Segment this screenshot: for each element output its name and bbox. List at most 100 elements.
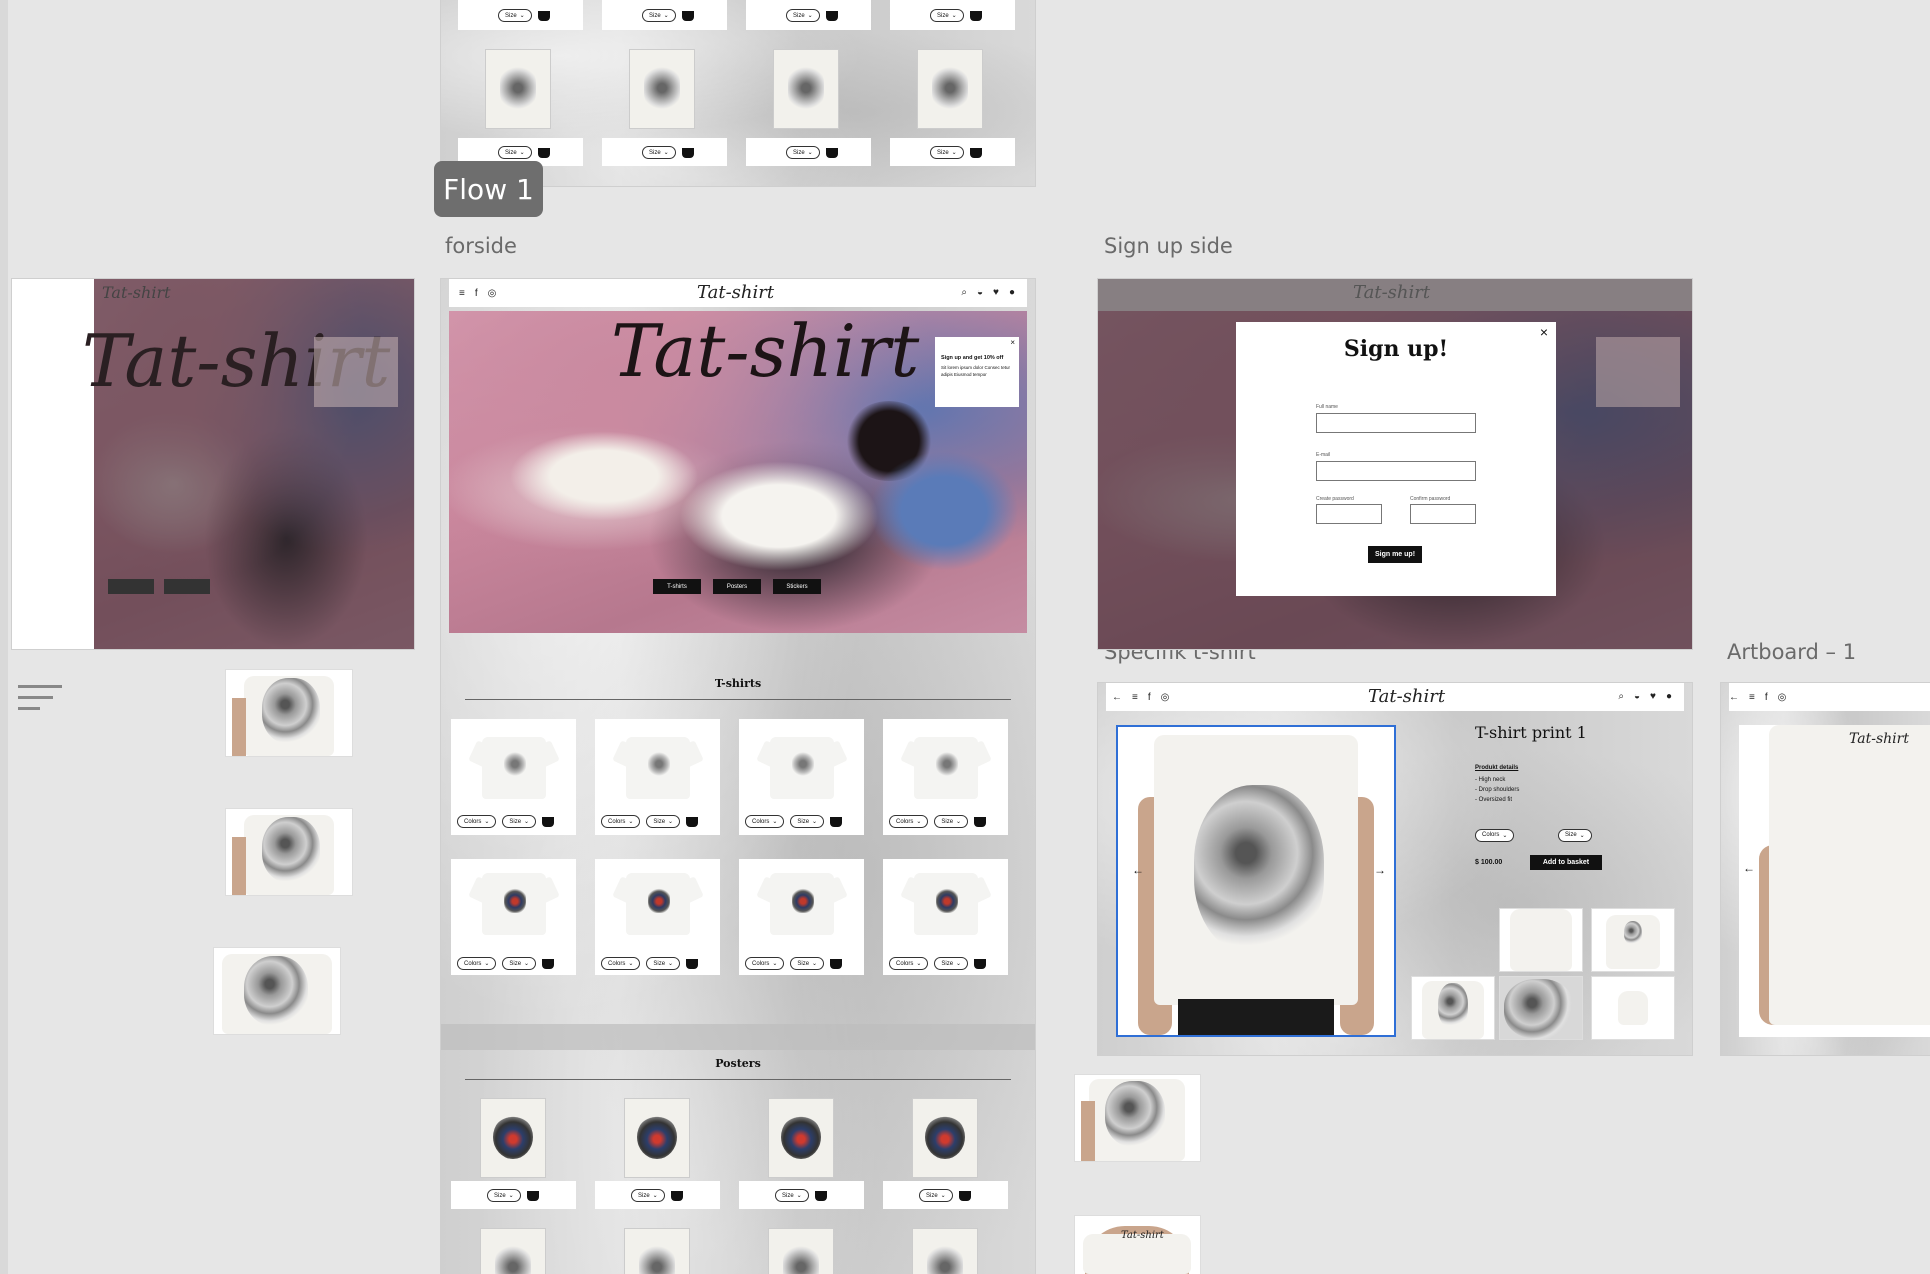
poster-image[interactable] bbox=[769, 1229, 833, 1274]
search-icon[interactable]: ⌕ bbox=[961, 287, 967, 298]
size-select[interactable]: Size ⌄ bbox=[930, 9, 964, 22]
search-icon[interactable]: ⌕ bbox=[1618, 691, 1624, 702]
menu-icon[interactable] bbox=[18, 685, 62, 715]
size-select[interactable]: Size ⌄ bbox=[498, 9, 532, 22]
signup-popup[interactable]: × Sign up and get 10% off Sit lorem ipsu… bbox=[935, 337, 1019, 407]
confirm-password-field[interactable] bbox=[1410, 504, 1476, 524]
size-select[interactable]: Size ⌄ bbox=[502, 957, 537, 970]
tshirt-card[interactable]: Colors ⌄ Size ⌄ bbox=[883, 719, 1008, 835]
tshirt-card[interactable]: Colors ⌄ Size ⌄ bbox=[739, 859, 864, 975]
image-asset[interactable]: Tat-shirt bbox=[1075, 1216, 1200, 1274]
basket-icon[interactable] bbox=[542, 816, 555, 827]
poster-image[interactable] bbox=[625, 1099, 689, 1177]
user-icon[interactable]: ● bbox=[1666, 691, 1672, 702]
artboard-label-artboard1[interactable]: Artboard – 1 bbox=[1727, 640, 1856, 664]
colors-select[interactable]: Colors ⌄ bbox=[745, 957, 785, 970]
size-select[interactable]: Size ⌄ bbox=[790, 957, 825, 970]
size-select[interactable]: Size ⌄ bbox=[646, 815, 681, 828]
basket-icon[interactable] bbox=[814, 1190, 827, 1201]
basket-icon[interactable] bbox=[670, 1190, 683, 1201]
sign-me-up-button[interactable]: Sign me up! bbox=[1368, 546, 1422, 563]
gallery-thumb[interactable] bbox=[1500, 909, 1582, 971]
basket-icon[interactable] bbox=[681, 10, 694, 21]
gallery-thumb[interactable] bbox=[1592, 909, 1674, 971]
basket-icon[interactable] bbox=[830, 958, 843, 969]
add-to-basket-button[interactable]: Add to basket bbox=[1530, 855, 1602, 870]
tshirt-card[interactable]: Colors ⌄ Size ⌄ bbox=[451, 859, 576, 975]
size-select[interactable]: Size ⌄ bbox=[498, 146, 532, 159]
colors-select[interactable]: Colors ⌄ bbox=[1475, 823, 1515, 842]
heart-icon[interactable]: ♥ bbox=[993, 287, 999, 298]
hamburger-icon[interactable]: ≡ bbox=[459, 288, 465, 299]
gallery-thumb[interactable] bbox=[1592, 977, 1674, 1039]
basket-icon[interactable] bbox=[526, 1190, 539, 1201]
size-select[interactable]: Size ⌄ bbox=[919, 1189, 953, 1202]
tshirt-card[interactable]: Colors ⌄ Size ⌄ bbox=[883, 859, 1008, 975]
artboard-label-signup[interactable]: Sign up side bbox=[1104, 234, 1233, 258]
instagram-icon[interactable]: ◎ bbox=[1161, 692, 1170, 703]
artboard-signup[interactable]: Tat-shirt × Sign up! Full name E-mail Cr… bbox=[1098, 279, 1692, 649]
size-select[interactable]: Size ⌄ bbox=[934, 957, 969, 970]
basket-icon[interactable] bbox=[830, 816, 843, 827]
prev-arrow-icon[interactable]: ← bbox=[1132, 863, 1144, 877]
size-select[interactable]: Size ⌄ bbox=[775, 1189, 809, 1202]
poster-image[interactable] bbox=[918, 50, 982, 128]
gallery-thumb[interactable] bbox=[1412, 977, 1494, 1039]
size-select[interactable]: Size ⌄ bbox=[930, 146, 964, 159]
full-name-field[interactable] bbox=[1316, 413, 1476, 433]
basket-icon[interactable] bbox=[542, 958, 555, 969]
colors-select[interactable]: Colors ⌄ bbox=[601, 957, 641, 970]
size-select[interactable]: Size ⌄ bbox=[786, 146, 820, 159]
colors-select[interactable]: Colors ⌄ bbox=[457, 815, 497, 828]
user-icon[interactable]: ● bbox=[1009, 287, 1015, 298]
poster-image[interactable] bbox=[774, 50, 838, 128]
basket-icon[interactable] bbox=[969, 10, 982, 21]
hero-button-tshirts[interactable]: T-shirts bbox=[653, 579, 701, 594]
image-asset[interactable] bbox=[226, 670, 352, 756]
product-main-image[interactable]: Tat-shirt ← bbox=[1739, 725, 1930, 1037]
hero-button-stickers[interactable]: Stickers bbox=[773, 579, 821, 594]
poster-image[interactable] bbox=[913, 1229, 977, 1274]
basket-icon[interactable] bbox=[686, 958, 699, 969]
size-select[interactable]: Size ⌄ bbox=[642, 9, 676, 22]
basket-icon[interactable] bbox=[974, 816, 987, 827]
artboard-1[interactable]: ← ≡ f ◎ Tat-shirt ← bbox=[1721, 683, 1930, 1055]
basket-icon[interactable] bbox=[537, 10, 550, 21]
poster-image[interactable] bbox=[913, 1099, 977, 1177]
email-field[interactable] bbox=[1316, 461, 1476, 481]
poster-image[interactable] bbox=[625, 1229, 689, 1274]
tshirt-card[interactable]: Colors ⌄ Size ⌄ bbox=[451, 719, 576, 835]
close-icon[interactable]: × bbox=[1010, 338, 1015, 347]
heart-icon[interactable]: ♥ bbox=[1650, 691, 1656, 702]
gallery-thumb[interactable] bbox=[1500, 977, 1582, 1039]
size-select[interactable]: Size ⌄ bbox=[487, 1189, 521, 1202]
poster-image[interactable] bbox=[769, 1099, 833, 1177]
instagram-icon[interactable]: ◎ bbox=[488, 288, 497, 299]
basket-icon[interactable] bbox=[825, 147, 838, 158]
basket-icon[interactable] bbox=[681, 147, 694, 158]
artboard-top-grid[interactable]: Size ⌄ Size ⌄ Size ⌄ Size ⌄ Size ⌄ Size ⌄ Size… bbox=[441, 0, 1035, 186]
instagram-icon[interactable]: ◎ bbox=[1778, 692, 1787, 703]
facebook-icon[interactable]: f bbox=[1765, 692, 1768, 703]
colors-select[interactable]: Colors ⌄ bbox=[601, 815, 641, 828]
artboard-label-forside[interactable]: forside bbox=[445, 234, 517, 258]
colors-select[interactable]: Colors ⌄ bbox=[457, 957, 497, 970]
next-arrow-icon[interactable]: → bbox=[1374, 863, 1386, 877]
size-select[interactable]: Size ⌄ bbox=[642, 146, 676, 159]
artboard-menu-open[interactable]: Tat-shirt Tat-shirt bbox=[12, 279, 414, 649]
size-select[interactable]: Size ⌄ bbox=[786, 9, 820, 22]
create-password-field[interactable] bbox=[1316, 504, 1382, 524]
logo[interactable]: Tat-shirt bbox=[697, 282, 774, 303]
back-arrow-icon[interactable]: ← bbox=[1729, 692, 1739, 703]
artboard-specifik-tshirt[interactable]: ← ≡ f ◎ Tat-shirt ⌕ ◒ ♥ ● ← → T-shirt pr… bbox=[1098, 683, 1692, 1055]
hamburger-icon[interactable]: ≡ bbox=[1749, 692, 1755, 703]
image-asset[interactable] bbox=[214, 948, 340, 1034]
tshirt-card[interactable]: Colors ⌄ Size ⌄ bbox=[595, 859, 720, 975]
basket-icon[interactable] bbox=[958, 1190, 971, 1201]
product-main-image[interactable]: ← → bbox=[1116, 725, 1396, 1037]
prev-arrow-icon[interactable]: ← bbox=[1743, 861, 1755, 875]
image-asset[interactable] bbox=[1075, 1075, 1200, 1161]
basket-icon[interactable] bbox=[686, 816, 699, 827]
size-select[interactable]: Size ⌄ bbox=[631, 1189, 665, 1202]
tshirt-card[interactable]: Colors ⌄ Size ⌄ bbox=[595, 719, 720, 835]
